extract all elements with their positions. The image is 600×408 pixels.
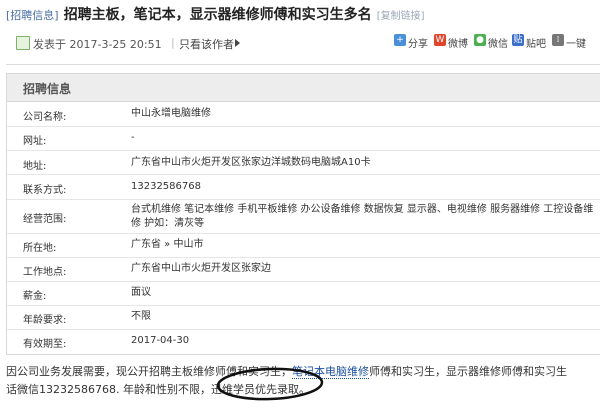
info-value: 中山永增电脑维修 <box>131 108 211 119</box>
ellipse-annotation <box>216 367 324 401</box>
info-value: 13232586768 <box>131 181 201 192</box>
meta-divider: | <box>171 36 175 49</box>
info-label: 工作地点: <box>23 267 67 278</box>
info-label: 公司名称: <box>23 112 67 123</box>
info-row-location: 所在地: 广东省 » 中山市 <box>7 234 600 258</box>
info-value: 面议 <box>131 287 151 298</box>
info-label: 地址: <box>23 161 47 172</box>
info-row-address: 地址: 广东省中山市火炬开发区张家边洋城数码电脑城A10卡 <box>7 151 600 175</box>
info-value: 不限 <box>131 311 151 322</box>
plus-share-icon: + <box>394 34 406 46</box>
info-row-contact: 联系方式: 13232586768 <box>7 175 600 200</box>
one-key-label: 一键 <box>566 39 586 50</box>
info-label: 所在地: <box>23 243 57 254</box>
only-author-link[interactable]: 只看该作者 <box>179 36 234 52</box>
info-header-title: 招聘信息 <box>23 82 72 96</box>
info-row-website: 网址: - <box>7 127 600 151</box>
wechat-label: 微信 <box>488 39 508 50</box>
body-text: 话微信13232586768. 年龄和性别不限， <box>6 383 211 396</box>
wechat-icon: ● <box>474 34 486 46</box>
body-text: 师傅和实习生，显示器维修师傅和实习生 <box>369 365 567 378</box>
info-row-scope: 经营范围: 台式机维修 笔记本维修 手机平板维修 办公设备维修 数据恢复 显示器… <box>7 200 600 234</box>
info-label: 经营范围: <box>23 214 67 225</box>
arrow-right-icon[interactable] <box>235 39 240 47</box>
info-header: 招聘信息 <box>7 74 600 102</box>
post-status-icon <box>16 36 30 50</box>
category-tag[interactable]: [招聘信息] <box>6 9 59 22</box>
weibo-icon: W <box>434 34 446 46</box>
info-label: 联系方式: <box>23 185 67 196</box>
info-label: 有效期至: <box>23 339 67 350</box>
header-divider <box>6 64 600 65</box>
info-value: 广东省 » 中山市 <box>131 239 204 250</box>
copy-link[interactable]: [复制链接] <box>377 11 425 22</box>
info-label: 网址: <box>23 136 47 147</box>
info-value: 广东省中山市火炬开发区张家边 <box>131 263 271 274</box>
post-title: 招聘主板，笔记本，显示器维修师傅和实习生多名 <box>63 7 372 23</box>
post-title-row: [招聘信息] 招聘主板，笔记本，显示器维修师傅和实习生多名 [复制链接] <box>6 4 600 24</box>
grid-icon: ⁞ <box>552 34 564 46</box>
weibo-label: 微博 <box>448 39 468 50</box>
recruitment-info-box: 招聘信息 公司名称: 中山永增电脑维修 网址: - 地址: 广东省中山市火炬开发… <box>6 73 600 355</box>
info-row-expiry: 有效期至: 2017-04-30 <box>7 330 600 353</box>
info-row-age: 年龄要求: 不限 <box>7 306 600 330</box>
info-label: 薪金: <box>23 291 47 302</box>
info-value: 2017-04-30 <box>131 335 190 346</box>
share-bar: + 分享 W 微博 ● 微信 贴 贴吧 ⁞ 一键 <box>394 34 600 50</box>
info-label: 年龄要求: <box>23 315 67 326</box>
info-row-workplace: 工作地点: 广东省中山市火炬开发区张家边 <box>7 258 600 282</box>
info-value: 台式机维修 笔记本维修 手机平板维修 办公设备维修 数据恢复 显示器、电视维修 … <box>131 204 594 229</box>
tieba-icon: 贴 <box>512 34 524 46</box>
post-date: 发表于 2017-3-25 20:51 <box>33 38 162 51</box>
share-label: 分享 <box>408 39 428 50</box>
tieba-label: 贴吧 <box>526 39 546 50</box>
info-value: 广东省中山市火炬开发区张家边洋城数码电脑城A10卡 <box>131 157 371 168</box>
info-value: - <box>131 132 135 143</box>
info-row-salary: 薪金: 面议 <box>7 282 600 306</box>
info-row-company: 公司名称: 中山永增电脑维修 <box>7 102 600 127</box>
